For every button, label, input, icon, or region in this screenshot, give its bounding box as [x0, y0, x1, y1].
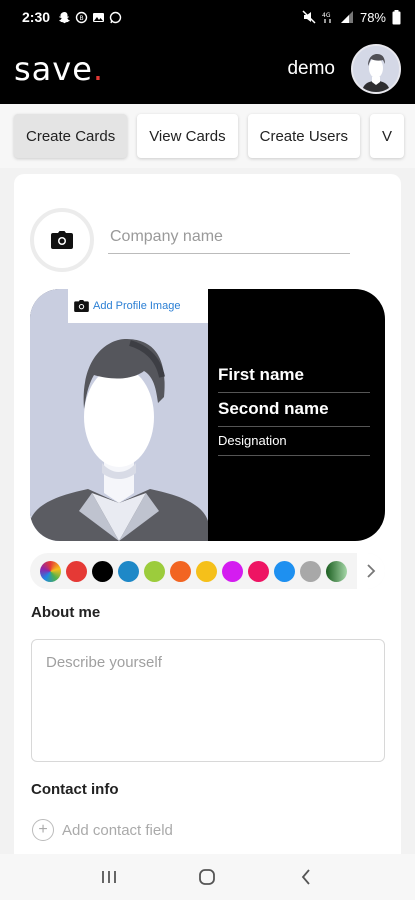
color-swatch[interactable]	[222, 560, 243, 582]
color-swatch[interactable]	[144, 560, 165, 582]
about-me-textarea[interactable]	[31, 639, 385, 762]
avatar-person-icon	[353, 46, 399, 92]
second-name-field[interactable]: Second name	[218, 393, 370, 427]
signal-icon	[340, 11, 353, 23]
back-icon[interactable]	[286, 862, 326, 892]
camera-icon	[51, 231, 73, 249]
app-logo[interactable]: save.	[14, 50, 104, 88]
color-swatch[interactable]	[248, 560, 269, 582]
first-name-field[interactable]: First name	[218, 359, 370, 393]
company-name-input[interactable]	[108, 220, 350, 254]
company-logo-button[interactable]	[30, 208, 94, 272]
create-card-form: Add Profile Image First name Second name…	[14, 174, 401, 874]
snapchat-icon	[59, 11, 71, 23]
tab-view-cards[interactable]: View Cards	[137, 114, 238, 158]
color-swatch[interactable]	[118, 560, 139, 582]
designation-field[interactable]: Designation	[218, 427, 370, 456]
recents-icon[interactable]	[89, 862, 129, 892]
status-bar: 2:30 B 4G 78%	[0, 0, 415, 34]
color-swatch-green-gradient[interactable]	[326, 560, 347, 582]
svg-text:B: B	[79, 15, 83, 22]
system-nav-bar	[0, 854, 415, 900]
plus-circle-icon: +	[32, 819, 54, 841]
username[interactable]: demo	[287, 58, 335, 80]
user-avatar[interactable]	[351, 44, 401, 94]
battery-percent: 78%	[359, 9, 386, 25]
profile-photo[interactable]	[30, 289, 208, 541]
battery-icon	[392, 9, 401, 24]
add-profile-image-label: Add Profile Image	[93, 300, 181, 312]
app-bar: save. demo	[0, 34, 415, 104]
chevron-right-icon[interactable]	[357, 553, 385, 589]
color-picker	[30, 553, 385, 589]
tab-bar: Create Cards View Cards Create Users V	[0, 104, 415, 168]
color-swatch-rainbow[interactable]	[40, 560, 61, 582]
color-swatch[interactable]	[300, 560, 321, 582]
color-swatch[interactable]	[66, 560, 87, 582]
color-swatch[interactable]	[170, 560, 191, 582]
add-contact-field-label: Add contact field	[62, 821, 173, 839]
tab-create-users[interactable]: Create Users	[247, 114, 360, 158]
contact-info-title: Contact info	[31, 781, 119, 798]
add-contact-field-button[interactable]: + Add contact field	[32, 819, 173, 841]
logo-dot: .	[92, 50, 105, 88]
card-info: First name Second name Designation	[218, 359, 370, 456]
tab-overflow[interactable]: V	[369, 114, 404, 158]
whatsapp-business-icon: B	[75, 11, 88, 23]
data-4g-icon: 4G	[322, 12, 331, 23]
mute-icon	[302, 10, 316, 24]
add-profile-image-button[interactable]: Add Profile Image	[68, 289, 208, 323]
whatsapp-icon	[109, 11, 122, 23]
color-swatch[interactable]	[92, 560, 113, 582]
svg-text:4G: 4G	[322, 12, 331, 19]
profile-placeholder-icon	[30, 289, 208, 541]
home-icon[interactable]	[187, 862, 227, 892]
business-card-preview: Add Profile Image First name Second name…	[30, 289, 385, 541]
color-swatch[interactable]	[274, 560, 295, 582]
company-row	[30, 208, 370, 272]
tab-create-cards[interactable]: Create Cards	[14, 114, 128, 158]
gallery-icon	[93, 12, 105, 22]
logo-text: save	[14, 50, 93, 88]
camera-icon	[74, 300, 89, 312]
about-me-title: About me	[31, 604, 101, 621]
color-swatch[interactable]	[196, 560, 217, 582]
status-time: 2:30	[22, 9, 51, 25]
